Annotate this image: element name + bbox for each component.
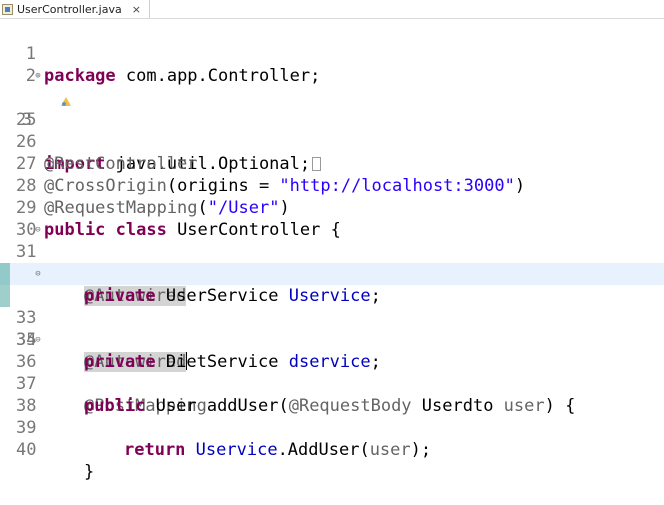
editor-tab-usercontroller[interactable]: UserController.java × xyxy=(0,0,150,18)
collapse-fold-icon[interactable]: ⊖ xyxy=(34,270,42,279)
code-line: 2 xyxy=(0,43,664,86)
code-line: 26 @RestController xyxy=(0,109,664,174)
code-line: 39 return Uservice.AddUser(user); xyxy=(0,395,664,460)
collapse-fold-icon[interactable]: ⊖ xyxy=(34,226,42,235)
java-file-icon xyxy=(2,3,13,15)
code-line: 35 xyxy=(0,307,664,350)
tab-filename: UserController.java xyxy=(17,2,122,16)
warning-marker-icon[interactable] xyxy=(0,69,72,106)
code-line: 1 package com.app.Controller; xyxy=(0,21,664,86)
code-line: 31 ⊖ @Autowired xyxy=(0,219,664,306)
code-line: 28 @RequestMapping("/User") xyxy=(0,153,664,218)
code-line: 3 ⊕ import java.util.Optional; xyxy=(0,65,664,174)
keyword: return xyxy=(124,440,186,460)
line-number: 40 xyxy=(16,440,37,460)
code-line: 25 xyxy=(0,87,664,130)
code-line: 30 xyxy=(0,197,664,240)
expand-fold-icon[interactable]: ⊕ xyxy=(34,72,42,81)
field-name: Uservice xyxy=(195,440,278,460)
change-marker xyxy=(0,285,10,307)
code-line: 29 public class UserController { xyxy=(0,175,664,240)
code-text: .AddUser( xyxy=(277,440,370,460)
code-line: 34 private DietService dservice; xyxy=(0,285,664,372)
editor-tab-bar: UserController.java × xyxy=(0,0,664,19)
code-line: 40 } xyxy=(0,417,664,482)
collapse-fold-icon[interactable]: ⊖ xyxy=(34,336,42,345)
code-line: 38 xyxy=(0,373,664,416)
code-line: 27 @CrossOrigin(origins = "http://localh… xyxy=(0,131,664,196)
code-line: 37 public User addUser(@RequestBody User… xyxy=(0,351,664,416)
code-text: } xyxy=(84,462,95,482)
parameter-name: user xyxy=(369,440,411,460)
code-text: ); xyxy=(410,440,432,460)
code-line: 32 private UserService Uservice; xyxy=(0,241,664,306)
current-code-line: 33 ⊖ @Autowired xyxy=(0,263,664,372)
code-editor[interactable]: 1 package com.app.Controller; 2 3 ⊕ impo… xyxy=(0,19,664,482)
code-line: 36 ⊖ @PostMapping xyxy=(0,329,664,417)
close-icon[interactable]: × xyxy=(132,4,141,15)
change-marker xyxy=(0,263,10,285)
